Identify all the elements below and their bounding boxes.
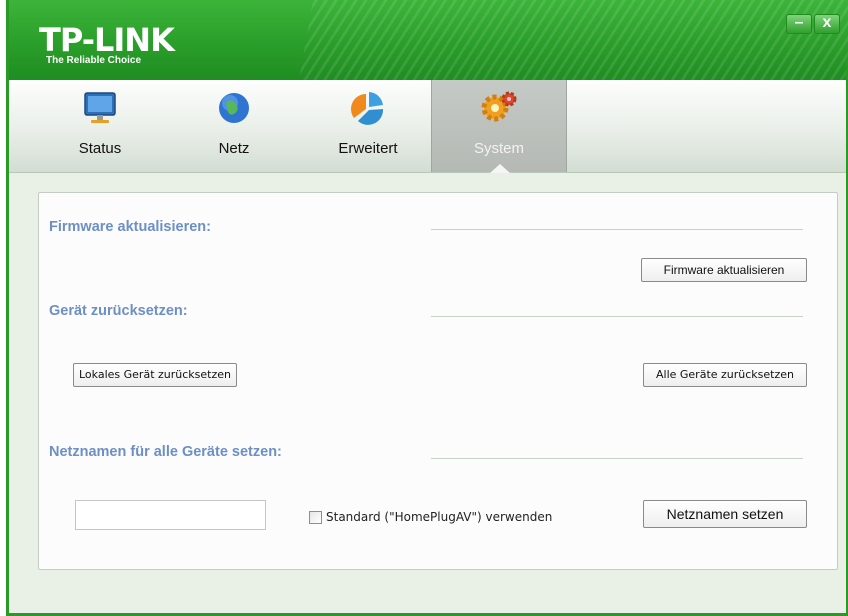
header-decoration [288,0,848,80]
minimize-button[interactable]: – [786,14,812,34]
firmware-update-button[interactable]: Firmware aktualisieren [641,258,807,282]
brand-slogan: The Reliable Choice [46,55,142,66]
reset-local-device-button[interactable]: Lokales Gerät zurücksetzen [73,363,237,387]
tab-label: Erweitert [338,140,398,157]
standard-netname-label: Standard ("HomePlugAV") verwenden [326,510,553,524]
divider [431,316,803,317]
tab-netz[interactable]: Netz [167,80,301,172]
tab-label: System [473,140,524,157]
tab-system[interactable]: System [431,80,567,173]
system-panel: Firmware aktualisieren: Firmware aktuali… [38,192,838,570]
app-window: TP-LINK The Reliable Choice – x Status N… [6,0,848,616]
tab-bar: Status Netz Erweitert System [9,80,846,173]
tab-label: Status [78,140,122,157]
tab-erweitert[interactable]: Erweitert [301,80,435,172]
close-button[interactable]: x [814,14,840,34]
reset-all-devices-button[interactable]: Alle Geräte zurücksetzen [643,363,807,387]
gears-icon [481,91,517,122]
tab-label: Netz [218,140,250,157]
netname-section-title: Netznamen für alle Geräte setzen: [49,444,282,460]
divider [431,229,803,230]
monitor-icon [84,92,116,123]
netname-input[interactable] [75,500,266,530]
set-netname-button[interactable]: Netznamen setzen [643,500,807,528]
reset-section-title: Gerät zurücksetzen: [49,303,188,319]
title-bar: TP-LINK The Reliable Choice – x [6,0,848,80]
tab-status[interactable]: Status [33,80,167,172]
divider [431,458,803,459]
brand-logo: TP-LINK [39,21,175,59]
firmware-section-title: Firmware aktualisieren: [49,219,211,235]
globe-icon [219,93,249,123]
window-border [6,0,9,616]
pie-chart-icon [351,92,384,125]
standard-netname-checkbox[interactable] [309,511,322,524]
